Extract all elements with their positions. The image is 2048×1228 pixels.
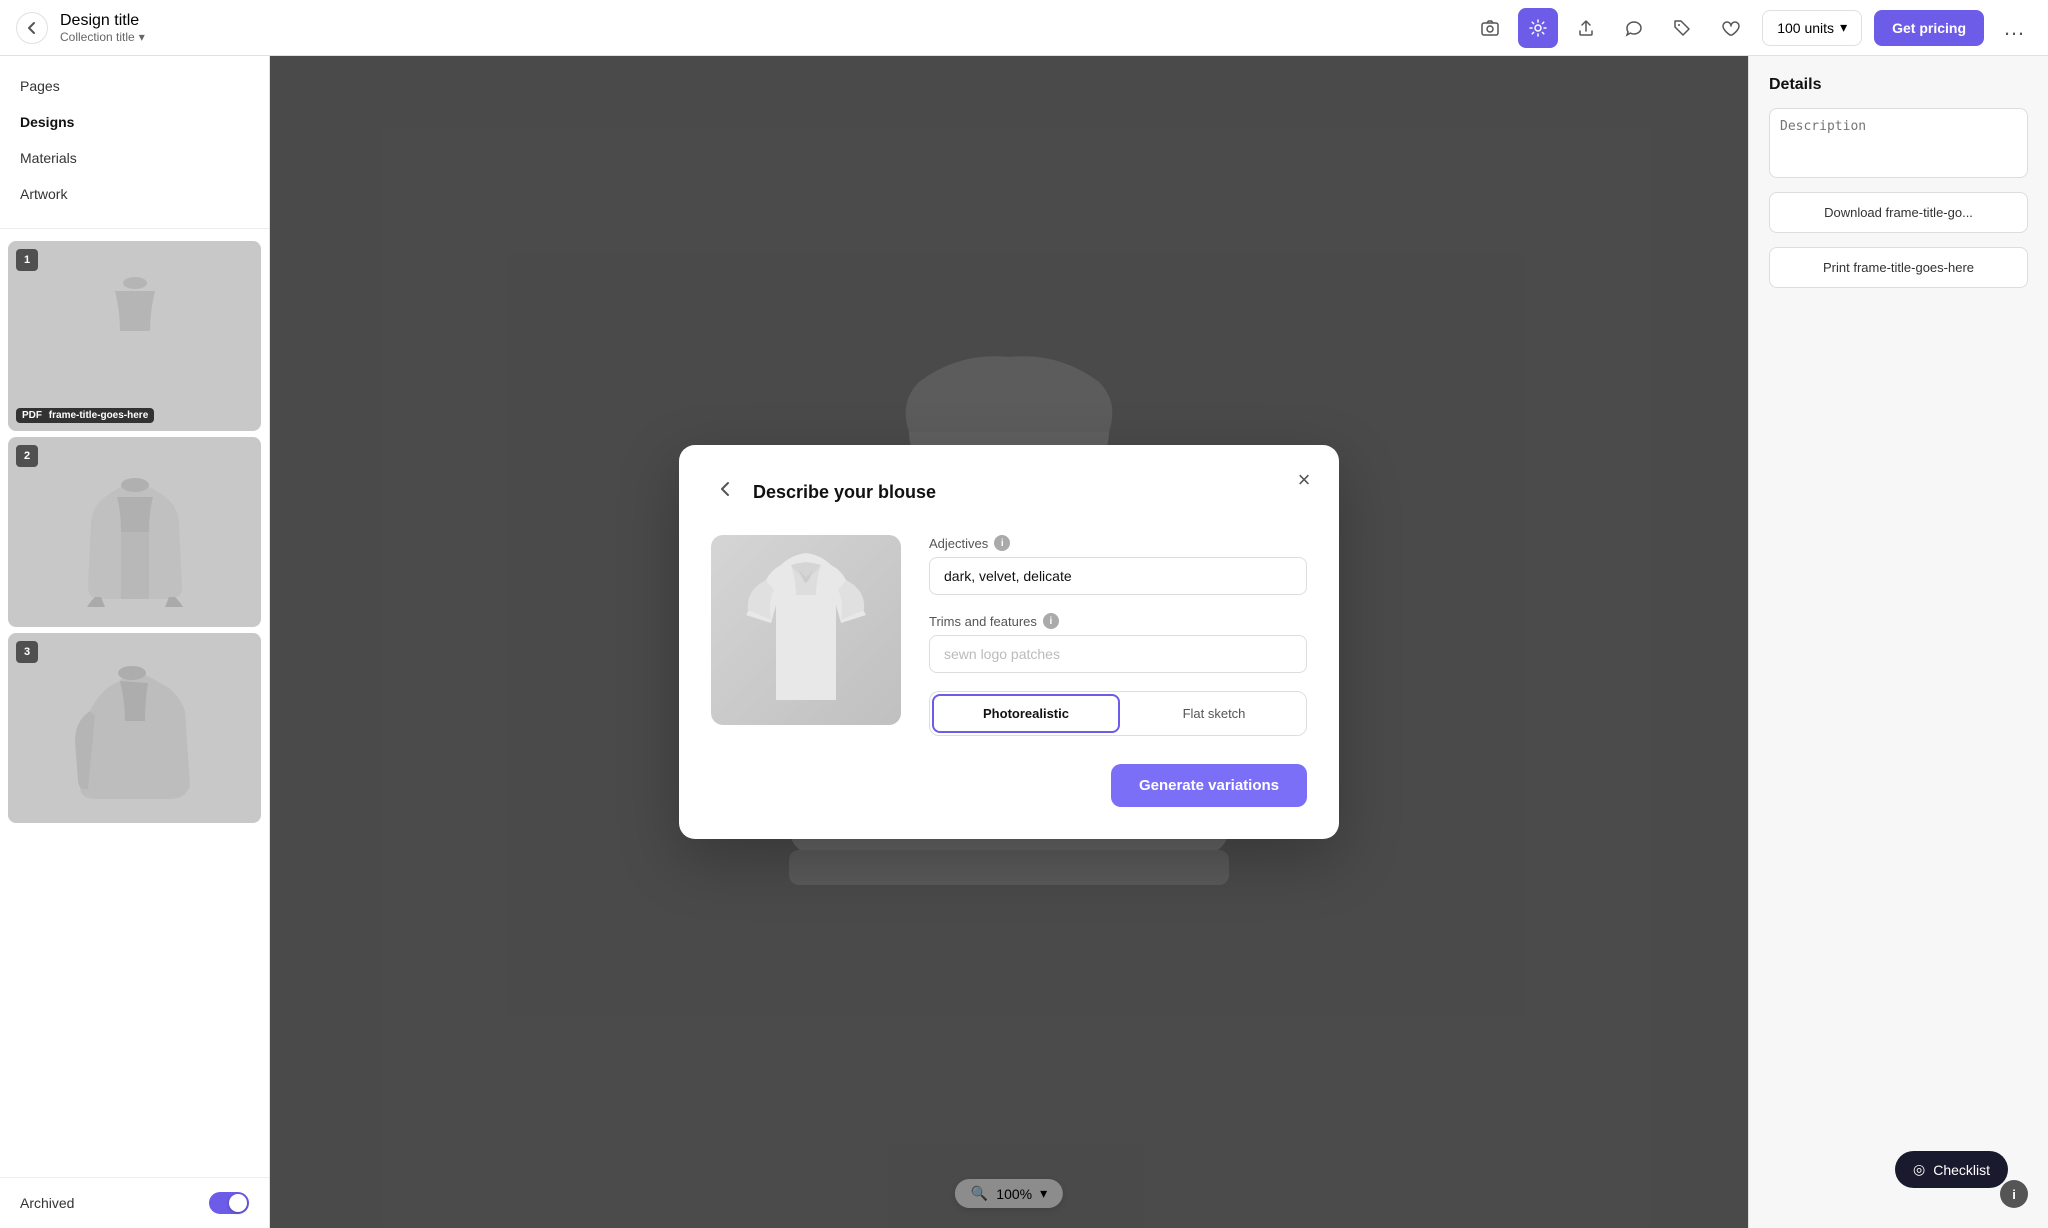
units-button[interactable]: 100 units ▾ (1762, 10, 1862, 46)
right-panel: Details Download frame-title-go... Print… (1748, 56, 2048, 1228)
header-right: 100 units ▾ Get pricing … (1762, 10, 2032, 46)
archived-toggle[interactable] (209, 1192, 249, 1214)
app-header: Design title Collection title ▾ 100 unit… (0, 0, 2048, 56)
modal-back-button[interactable] (711, 477, 741, 507)
like-tool-button[interactable] (1710, 8, 1750, 48)
modal-form: Adjectives i Trims and features (929, 535, 1307, 736)
describe-modal: Describe your blouse × (679, 445, 1339, 839)
comment-tool-button[interactable] (1614, 8, 1654, 48)
adjectives-label: Adjectives i (929, 535, 1307, 551)
sidebar-divider (0, 228, 269, 229)
page-number-3: 3 (16, 641, 38, 663)
archived-label: Archived (20, 1195, 74, 1211)
back-button[interactable] (16, 12, 48, 44)
adjectives-input[interactable] (929, 557, 1307, 595)
style-option-photorealistic[interactable]: Photorealistic (932, 694, 1120, 733)
sidebar: Pages Designs Materials Artwork 1 PDF fr… (0, 56, 270, 1228)
canvas-area: a noble hood 🔍 100% ▾ Describe your blou… (270, 56, 1748, 1228)
adjectives-group: Adjectives i (929, 535, 1307, 595)
page-number-2: 2 (16, 445, 38, 467)
modal-title: Describe your blouse (753, 482, 936, 503)
trims-input[interactable] (929, 635, 1307, 673)
page-2-thumbnail (75, 457, 195, 607)
page-3-thumbnail (70, 651, 200, 806)
sidebar-item-designs[interactable]: Designs (0, 104, 269, 140)
blouse-thumbnail (726, 545, 886, 715)
page-thumb-2[interactable]: 2 (8, 437, 261, 627)
sidebar-item-pages[interactable]: Pages (0, 68, 269, 104)
modal-close-button[interactable]: × (1289, 465, 1319, 495)
share-tool-button[interactable] (1566, 8, 1606, 48)
sidebar-item-materials[interactable]: Materials (0, 140, 269, 176)
sidebar-pages: 1 PDF frame-title-goes-here 2 (0, 233, 269, 1177)
description-input[interactable] (1769, 108, 2028, 178)
page-thumb-1[interactable]: 1 PDF frame-title-goes-here (8, 241, 261, 431)
trims-group: Trims and features i (929, 613, 1307, 673)
design-title: Design title (60, 12, 1458, 30)
page-number-1: 1 (16, 249, 38, 271)
style-toggle: Photorealistic Flat sketch (929, 691, 1307, 736)
trims-label: Trims and features i (929, 613, 1307, 629)
sidebar-archived-section: Archived (0, 1177, 269, 1228)
modal-header: Describe your blouse (711, 477, 1307, 507)
trims-info-icon: i (1043, 613, 1059, 629)
more-button[interactable]: … (1996, 10, 2032, 46)
checklist-icon: ◎ (1913, 1161, 1925, 1178)
settings-tool-button[interactable] (1518, 8, 1558, 48)
adjectives-info-icon: i (994, 535, 1010, 551)
header-titles: Design title Collection title ▾ (60, 12, 1458, 44)
toggle-knob (229, 1194, 247, 1212)
collection-selector[interactable]: Collection title ▾ (60, 30, 1458, 44)
toolbar (1470, 8, 1750, 48)
modal-footer: Generate variations (711, 764, 1307, 807)
get-pricing-button[interactable]: Get pricing (1874, 10, 1984, 46)
print-frame-button[interactable]: Print frame-title-goes-here (1769, 247, 2028, 288)
download-frame-button[interactable]: Download frame-title-go... (1769, 192, 2028, 233)
main-layout: Pages Designs Materials Artwork 1 PDF fr… (0, 56, 2048, 1228)
sidebar-item-artwork[interactable]: Artwork (0, 176, 269, 212)
page-thumb-3[interactable]: 3 (8, 633, 261, 823)
tag-tool-button[interactable] (1662, 8, 1702, 48)
camera-tool-button[interactable] (1470, 8, 1510, 48)
sidebar-nav: Pages Designs Materials Artwork (0, 56, 269, 224)
modal-overlay: Describe your blouse × (270, 56, 1748, 1228)
modal-body: Adjectives i Trims and features (711, 535, 1307, 736)
checklist-label: Checklist (1933, 1162, 1990, 1178)
panel-title: Details (1769, 76, 2028, 94)
style-option-flat-sketch[interactable]: Flat sketch (1122, 692, 1306, 735)
generate-variations-button[interactable]: Generate variations (1111, 764, 1307, 807)
info-button[interactable]: i (2000, 1180, 2028, 1208)
checklist-button[interactable]: ◎ Checklist (1895, 1151, 2008, 1188)
modal-product-image (711, 535, 901, 725)
page-badge-1: PDF frame-title-goes-here (16, 408, 154, 423)
page-1-thumbnail (75, 261, 195, 411)
